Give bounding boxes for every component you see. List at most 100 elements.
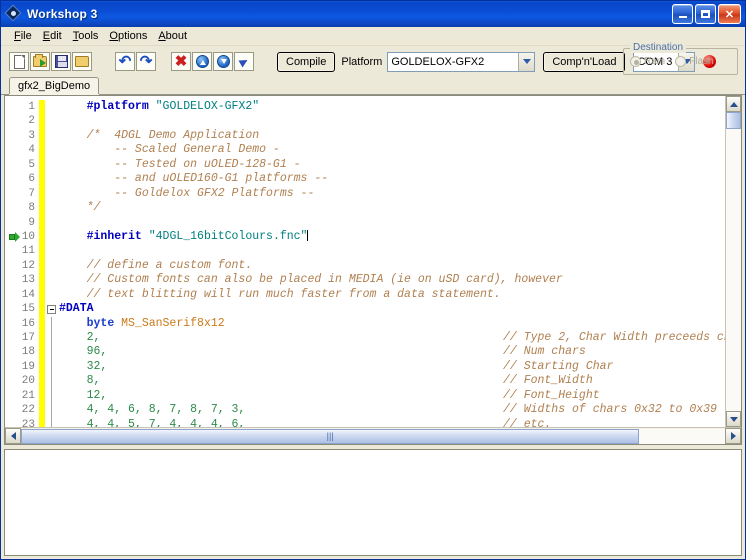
undo-button[interactable]: ↶: [115, 52, 135, 71]
code-line-text: #inherit "4DGL_16bitColours.fnc": [86, 229, 309, 243]
fold-gutter[interactable]: [45, 302, 59, 316]
open-file-icon: [33, 54, 47, 67]
radio-ram-icon: [630, 56, 641, 67]
line-number: 21: [21, 389, 35, 402]
undo-icon: ↶: [118, 53, 132, 70]
code-line-text: 4, 4, 5, 7, 4, 4, 4, 6,: [59, 417, 246, 427]
fold-gutter[interactable]: [45, 216, 59, 230]
fold-gutter[interactable]: [45, 201, 59, 215]
chevron-down-icon: [518, 52, 535, 71]
menu-item-file[interactable]: File: [10, 29, 39, 43]
menu-item-tools[interactable]: Tools: [69, 29, 106, 43]
scroll-down-button[interactable]: [726, 411, 741, 427]
code-line: 12 // define a custom font.: [5, 258, 725, 274]
move-up-button[interactable]: [192, 52, 212, 71]
fold-gutter[interactable]: [45, 374, 59, 389]
platform-select[interactable]: GOLDELOX-GFX2: [387, 51, 536, 72]
code-text-area[interactable]: 1 #platform "GOLDELOX-GFX2" 2 3 /* 4DGL De…: [5, 96, 725, 427]
fold-gutter[interactable]: [45, 114, 59, 128]
fold-gutter[interactable]: [45, 172, 59, 186]
trailing-comment: // Type 2, Char Width preceeds ch: [503, 331, 725, 344]
fold-gutter[interactable]: [45, 288, 59, 302]
move-down-button[interactable]: [213, 52, 233, 71]
code-line-text: #platform "GOLDELOX-GFX2": [86, 100, 260, 113]
line-number: 6: [28, 173, 35, 186]
open-file-button[interactable]: [30, 52, 50, 71]
fold-guide-line: [51, 388, 52, 404]
fold-gutter[interactable]: [45, 187, 59, 201]
redo-icon: ↷: [139, 53, 153, 70]
fold-gutter[interactable]: [45, 230, 59, 244]
line-number: 9: [28, 216, 35, 229]
compile-button[interactable]: Compile: [277, 51, 336, 72]
close-button[interactable]: ✕: [718, 4, 741, 24]
menu-item-options[interactable]: Options: [105, 29, 154, 43]
fold-gutter[interactable]: [45, 388, 59, 404]
code-line-text: */: [59, 201, 101, 215]
minimize-button[interactable]: [672, 4, 693, 24]
fold-gutter[interactable]: [45, 331, 59, 346]
maximize-button[interactable]: [695, 4, 716, 24]
code-line: 19 32, // Starting Char: [5, 359, 725, 375]
fold-guide-line: [51, 359, 52, 375]
horizontal-scroll-track[interactable]: [639, 428, 725, 444]
destination-radio-ram[interactable]: Ram: [630, 56, 665, 67]
fold-gutter[interactable]: [45, 417, 59, 427]
window-controls: ✕: [672, 4, 743, 24]
destination-radio-flash[interactable]: Flash: [675, 56, 714, 67]
code-line: 11: [5, 244, 725, 259]
code-line: 18 96, // Num chars: [5, 345, 725, 360]
down-icon: [216, 55, 230, 68]
menu-item-about[interactable]: About: [154, 29, 194, 43]
redo-button[interactable]: ↷: [136, 52, 156, 71]
menu-item-edit[interactable]: Edit: [39, 29, 69, 43]
fold-guide-line: [51, 417, 52, 427]
line-number: 11: [21, 245, 35, 258]
line-number: 2: [28, 115, 35, 128]
scroll-left-button[interactable]: [5, 428, 21, 444]
fold-gutter[interactable]: [45, 143, 59, 157]
vertical-scroll-track[interactable]: [726, 129, 741, 411]
fold-gutter[interactable]: [45, 158, 59, 172]
scroll-right-button[interactable]: [725, 428, 741, 444]
editor-horizontal-scrollbar[interactable]: |||: [5, 427, 741, 444]
tab-gfx2-bigdemo[interactable]: gfx2_BigDemo: [9, 77, 100, 94]
code-line-text: // define a custom font.: [59, 258, 253, 272]
editor-region: 1 #platform "GOLDELOX-GFX2" 2 3 /* 4DGL De…: [1, 95, 745, 559]
line-number: 13: [21, 274, 35, 287]
bookmark-icon[interactable]: [9, 231, 20, 242]
delete-button[interactable]: ✖: [171, 52, 191, 71]
code-line: 7 -- Goldelox GFX2 Platforms --: [5, 186, 725, 202]
fold-gutter[interactable]: [45, 316, 59, 331]
fold-gutter[interactable]: [45, 273, 59, 287]
code-line: 14 // text blitting will run much faster…: [5, 287, 725, 303]
code-line-text: -- Tested on uOLED-128-G1 -: [59, 157, 301, 171]
fold-gutter[interactable]: [45, 345, 59, 360]
save-file-button[interactable]: [51, 52, 71, 71]
new-file-button[interactable]: [9, 52, 29, 71]
radio-flash-icon: [675, 56, 687, 67]
fold-gutter[interactable]: [45, 359, 59, 375]
code-line-text: // Custom fonts can also be placed in ME…: [59, 273, 563, 287]
code-line-text: 96,: [59, 345, 108, 359]
pin-button[interactable]: [234, 52, 254, 71]
horizontal-scroll-thumb[interactable]: |||: [21, 428, 640, 444]
trailing-comment: // Widths of chars 0x32 to 0x39: [503, 403, 717, 417]
folder-button[interactable]: [72, 52, 92, 71]
fold-gutter[interactable]: [45, 129, 59, 143]
fold-gutter[interactable]: [45, 100, 59, 114]
line-number: 3: [28, 129, 35, 142]
fold-gutter[interactable]: [45, 403, 59, 418]
editor-vertical-scrollbar[interactable]: [725, 96, 741, 427]
comp-n-load-button[interactable]: Comp'n'Load: [543, 51, 626, 72]
code-line: 17 2,// Type 2, Char Width preceeds ch: [5, 331, 725, 346]
vertical-scroll-thumb[interactable]: [726, 112, 741, 129]
up-icon: [195, 55, 209, 68]
fold-gutter[interactable]: [45, 244, 59, 258]
fold-collapse-icon[interactable]: [47, 304, 56, 314]
code-line: 5 -- Tested on uOLED-128-G1 -: [5, 157, 725, 173]
scroll-up-button[interactable]: [726, 96, 741, 112]
code-line-text: -- Scaled General Demo -: [59, 143, 280, 157]
line-number: 19: [21, 360, 35, 373]
fold-gutter[interactable]: [45, 259, 59, 273]
